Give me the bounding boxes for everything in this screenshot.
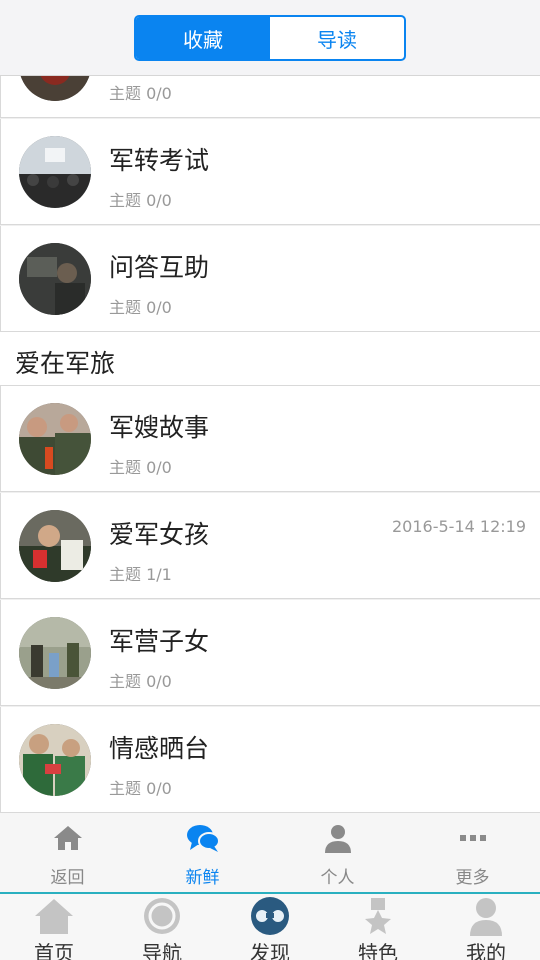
segment-guide[interactable]: 导读 [270,17,404,59]
segmented-control: 收藏 导读 [134,15,406,61]
main-nav-bar: 首页 导航 发现 特色 我的 [0,892,540,960]
user-icon [466,896,506,940]
more-dots-icon [458,823,488,857]
nav-featured[interactable]: 特色 [324,894,432,960]
list-item[interactable]: 军嫂故事 主题 0/0 [0,386,540,492]
tab-back[interactable]: 返回 [0,813,135,892]
forum-title: 爱军女孩 [109,520,210,549]
forum-list[interactable]: 主题 0/0 军转考试 主题 0/0 问答互助 主题 0/0 爱在军旅 军嫂故事… [0,76,540,812]
sub-tab-bar: 返回 新鲜 个人 更多 [0,812,540,892]
tab-personal[interactable]: 个人 [270,813,405,892]
forum-title: 军营子女 [109,627,210,656]
forum-avatar [19,510,91,582]
tab-more[interactable]: 更多 [405,813,540,892]
list-item[interactable]: 情感晒台 主题 0/0 [0,707,540,812]
nav-mine[interactable]: 我的 [432,894,540,960]
forum-title: 军嫂故事 [109,413,210,442]
forum-avatar [19,136,91,208]
house-icon [33,896,75,940]
last-post-time: 2016-5-14 12:19 [392,517,526,536]
compass-icon [141,896,183,940]
topic-count: 主题 0/0 [109,191,172,210]
section-header: 爱在军旅 [0,332,540,386]
topic-count: 主题 0/0 [109,298,172,317]
list-item[interactable]: 军营子女 主题 0/0 [0,600,540,706]
forum-title: 军转考试 [109,146,210,175]
home-icon [52,823,84,857]
person-icon [323,823,353,859]
nav-discover[interactable]: 发现 [216,894,324,960]
nav-home[interactable]: 首页 [0,894,108,960]
forum-avatar [19,76,91,101]
forum-avatar [19,617,91,689]
topic-count: 主题 0/0 [109,458,172,477]
forum-title: 情感晒台 [109,734,210,763]
top-bar: 收藏 导读 [0,0,540,76]
topic-count: 主题 0/0 [109,84,172,103]
forum-avatar [19,243,91,315]
topic-count: 主题 0/0 [109,779,172,798]
topic-count: 主题 0/0 [109,672,172,691]
topic-count: 主题 1/1 [109,565,172,584]
list-item[interactable]: 军转考试 主题 0/0 [0,119,540,225]
list-item[interactable]: 主题 0/0 [0,76,540,118]
tab-fresh[interactable]: 新鲜 [135,813,270,892]
forum-avatar [19,724,91,796]
list-item[interactable]: 问答互助 主题 0/0 [0,226,540,332]
forum-avatar [19,403,91,475]
section-title: 爱在军旅 [15,349,116,378]
medal-icon [358,896,398,940]
forum-title: 问答互助 [109,253,210,282]
nav-guide[interactable]: 导航 [108,894,216,960]
chat-bubbles-icon [186,823,220,857]
binoculars-icon [248,896,292,940]
list-item[interactable]: 爱军女孩 主题 1/1 2016-5-14 12:19 [0,493,540,599]
segment-favorites[interactable]: 收藏 [136,17,270,59]
